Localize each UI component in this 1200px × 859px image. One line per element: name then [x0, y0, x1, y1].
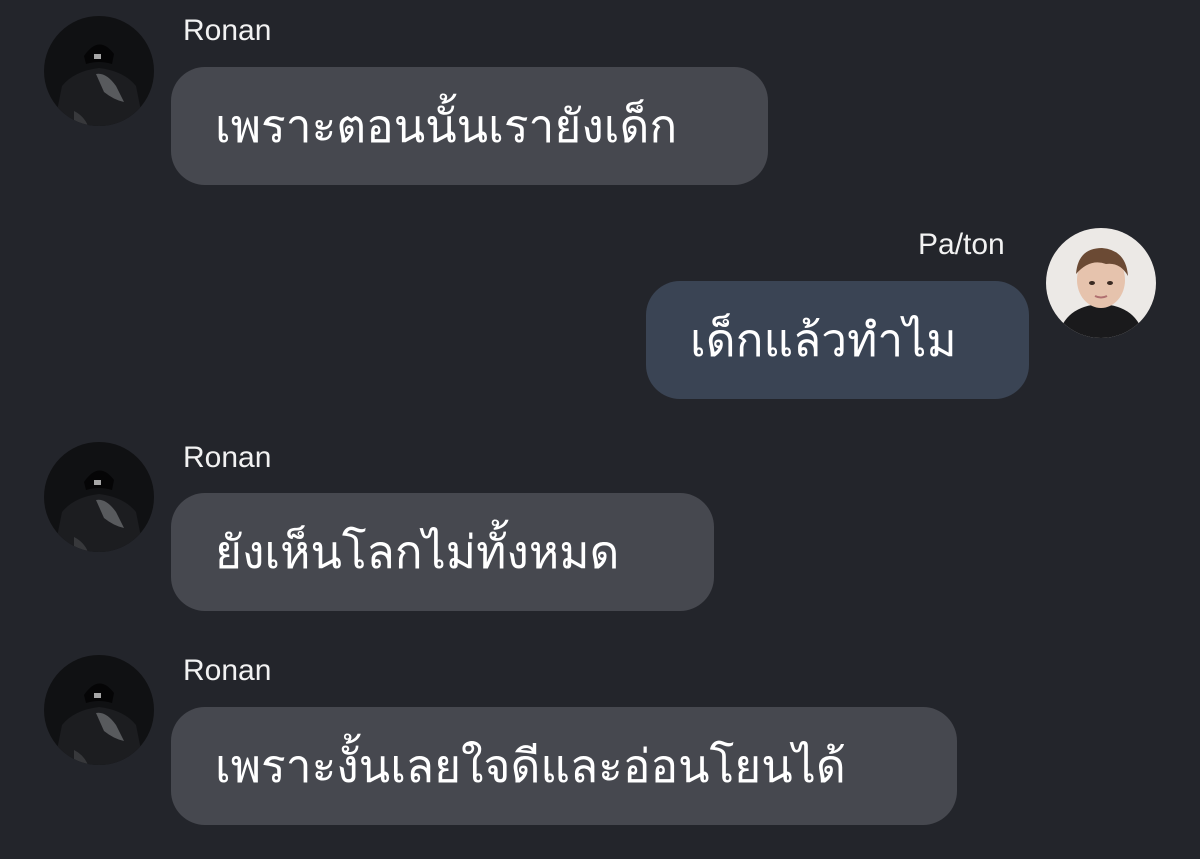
message-text: เพราะตอนนั้นเรายังเด็ก: [215, 98, 678, 153]
sender-name: Ronan: [183, 14, 272, 47]
dark-hooded-profile-photo-icon: [44, 655, 154, 765]
smiling-person-profile-photo-icon: [1046, 228, 1156, 338]
message-bubble[interactable]: ยังเห็นโลกไม่ทั้งหมด: [171, 493, 714, 611]
sender-name: Ronan: [183, 441, 272, 474]
message-text: เพราะงั้นเลยใจดีและอ่อนโยนได้: [215, 738, 846, 793]
message-text: ยังเห็นโลกไม่ทั้งหมด: [215, 524, 620, 579]
sender-name: Ronan: [183, 654, 272, 687]
message-text: เด็กแล้วทำไม: [690, 312, 957, 367]
paton-avatar[interactable]: [1046, 228, 1156, 338]
ronan-avatar[interactable]: [44, 16, 154, 126]
message-bubble[interactable]: เพราะตอนนั้นเรายังเด็ก: [171, 67, 768, 185]
ronan-avatar[interactable]: [44, 442, 154, 552]
dark-hooded-profile-photo-icon: [44, 442, 154, 552]
message-bubble[interactable]: เด็กแล้วทำไม: [646, 281, 1029, 399]
sender-name: Pa/ton: [918, 228, 1005, 261]
message-bubble[interactable]: เพราะงั้นเลยใจดีและอ่อนโยนได้: [171, 707, 957, 825]
dark-hooded-profile-photo-icon: [44, 16, 154, 126]
ronan-avatar[interactable]: [44, 655, 154, 765]
